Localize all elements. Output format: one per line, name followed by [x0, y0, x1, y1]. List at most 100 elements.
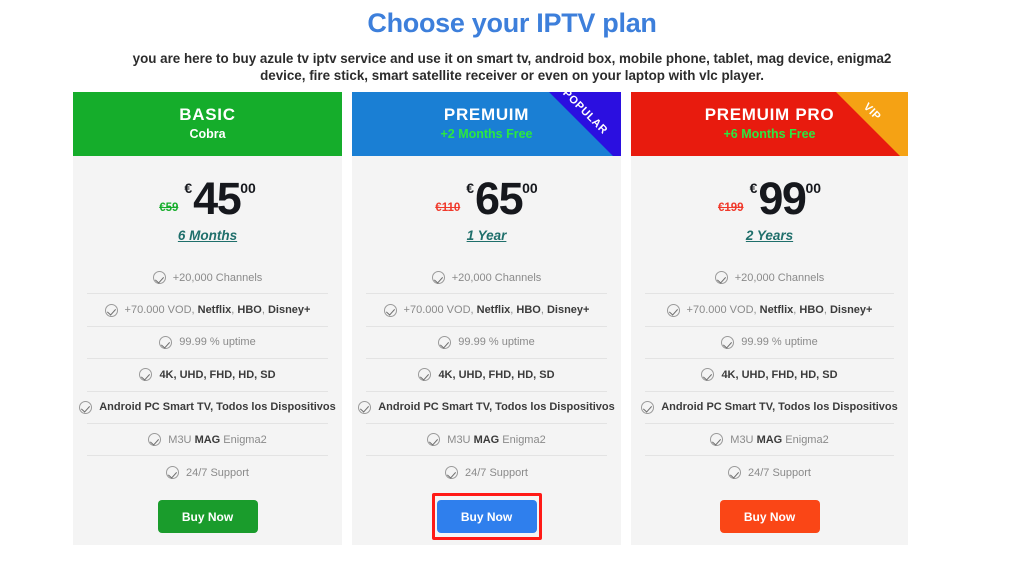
feature-row: +20,000 Channels [366, 262, 607, 295]
plan-subtitle: +6 Months Free [723, 127, 816, 141]
feature-row: +20,000 Channels [645, 262, 894, 295]
price-amount: 99 [758, 173, 807, 224]
check-circle-icon [148, 433, 162, 447]
buy-button-area: Buy Now [352, 489, 621, 545]
feature-text: Android PC Smart TV, Todos los Dispositi… [661, 401, 898, 414]
check-circle-icon [104, 303, 118, 317]
check-circle-icon [159, 335, 173, 349]
buy-button-area: Buy Now [73, 489, 342, 545]
feature-row: +70.000 VOD, Netflix, HBO, Disney+ [645, 294, 894, 327]
plan-name: PREMUIM [443, 105, 530, 124]
feature-row: 99.99 % uptime [645, 327, 894, 360]
feature-text: 99.99 % uptime [741, 336, 818, 349]
currency-symbol: € [466, 180, 475, 196]
plan-name: BASIC [179, 105, 236, 124]
check-circle-icon [728, 466, 741, 480]
currency-symbol: € [184, 180, 193, 196]
feature-text: +70.000 VOD, Netflix, HBO, Disney+ [124, 304, 311, 317]
feature-text: +20,000 Channels [451, 271, 542, 284]
feature-row: Android PC Smart TV, Todos los Dispositi… [79, 392, 336, 424]
feature-row: Android PC Smart TV, Todos los Dispositi… [358, 392, 615, 424]
billing-period-link[interactable]: 1 Year [352, 228, 621, 243]
check-circle-icon [701, 368, 715, 382]
feature-text: 24/7 Support [186, 466, 249, 479]
check-circle-icon [166, 466, 179, 480]
feature-row: 4K, UHD, FHD, HD, SD [645, 359, 894, 392]
feature-row: 99.99 % uptime [366, 327, 607, 360]
card-header: PREMUIM PRO +6 Months Free VIP [631, 92, 908, 156]
feature-list: +20,000 Channels +70.000 VOD, Netflix, HB… [73, 262, 342, 489]
price-block: €110 €65 00 1 Year [352, 172, 621, 258]
pricing-card-premuim-pro: PREMUIM PRO +6 Months Free VIP €199 €99 00 2 Y… [631, 92, 908, 545]
old-price: €59 [159, 202, 179, 214]
price-row: €59 €45 00 [73, 173, 342, 224]
buy-now-button[interactable]: Buy Now [157, 500, 258, 534]
feature-row: 24/7 Support [87, 456, 328, 488]
price-row: €199 €99 00 [631, 173, 908, 224]
feature-text: M3U MAG Enigma2 [447, 433, 546, 446]
feature-row: +70.000 VOD, Netflix, HBO, Disney+ [87, 294, 328, 327]
billing-period-link[interactable]: 6 Months [73, 228, 342, 243]
feature-row: +70.000 VOD, Netflix, HBO, Disney+ [366, 294, 607, 327]
feature-text: M3U MAG Enigma2 [730, 433, 829, 446]
feature-row: 4K, UHD, FHD, HD, SD [87, 359, 328, 392]
pricing-cards-container: BASIC Cobra €59 €45 00 6 Months +20,000 Channe… [73, 92, 951, 545]
check-circle-icon [721, 335, 735, 349]
check-circle-icon [383, 303, 397, 317]
price-cents: 00 [805, 180, 822, 196]
corner-ribbon [836, 92, 908, 156]
feature-row: 4K, UHD, FHD, HD, SD [366, 359, 607, 392]
pricing-card-premuim: PREMUIM +2 Months Free POPULAR €110 €65 00 1 Y… [352, 92, 621, 545]
feature-row: 99.99 % uptime [87, 327, 328, 360]
feature-text: Android PC Smart TV, Todos los Dispositi… [378, 401, 615, 414]
feature-row: M3U MAG Enigma2 [87, 424, 328, 457]
check-circle-icon [152, 271, 166, 285]
corner-ribbon [549, 92, 621, 156]
feature-text: 24/7 Support [465, 466, 528, 479]
check-circle-icon [418, 368, 432, 382]
check-circle-icon [139, 368, 153, 382]
old-price: €110 [435, 202, 461, 214]
plan-name: PREMUIM PRO [704, 105, 835, 124]
page-subtitle: you are here to buy azule tv iptv servic… [132, 51, 892, 83]
buy-button-area: Buy Now [631, 489, 908, 545]
feature-text: 4K, UHD, FHD, HD, SD [159, 368, 276, 381]
page-title: Choose your IPTV plan [367, 8, 657, 38]
feature-row: Android PC Smart TV, Todos los Dispositi… [641, 392, 898, 424]
feature-text: +20,000 Channels [172, 271, 263, 284]
currency-symbol: € [749, 180, 758, 196]
buy-now-button[interactable]: Buy Now [436, 500, 537, 534]
feature-list: +20,000 Channels +70.000 VOD, Netflix, HB… [631, 262, 908, 489]
feature-text: 4K, UHD, FHD, HD, SD [438, 368, 555, 381]
feature-text: Android PC Smart TV, Todos los Dispositi… [99, 401, 336, 414]
check-circle-icon [445, 466, 458, 480]
card-header: BASIC Cobra [73, 92, 342, 156]
billing-period-link[interactable]: 2 Years [631, 228, 908, 243]
plan-subtitle: +2 Months Free [440, 127, 533, 141]
pricing-page: Choose your IPTV plan you are here to bu… [0, 0, 1024, 574]
price-block: €199 €99 00 2 Years [631, 172, 908, 258]
feature-row: 24/7 Support [645, 456, 894, 488]
pricing-card-basic: BASIC Cobra €59 €45 00 6 Months +20,000 Channe… [73, 92, 342, 545]
feature-row: M3U MAG Enigma2 [366, 424, 607, 457]
check-circle-icon [358, 400, 372, 414]
feature-text: 4K, UHD, FHD, HD, SD [721, 368, 838, 381]
feature-row: +20,000 Channels [87, 262, 328, 295]
feature-list: +20,000 Channels +70.000 VOD, Netflix, HB… [352, 262, 621, 489]
check-circle-icon [427, 433, 441, 447]
feature-row: M3U MAG Enigma2 [645, 424, 894, 457]
check-circle-icon [641, 400, 655, 414]
plan-subtitle: Cobra [189, 127, 226, 141]
check-circle-icon [79, 400, 93, 414]
feature-text: 99.99 % uptime [179, 336, 256, 349]
price-amount: 45 [193, 173, 242, 224]
price-block: €59 €45 00 6 Months [73, 172, 342, 258]
feature-text: 99.99 % uptime [458, 336, 535, 349]
feature-row: 24/7 Support [366, 456, 607, 488]
old-price: €199 [717, 202, 744, 214]
feature-text: 24/7 Support [748, 466, 811, 479]
price-cents: 00 [240, 180, 256, 196]
card-header: PREMUIM +2 Months Free POPULAR [352, 92, 621, 156]
buy-now-button[interactable]: Buy Now [719, 500, 820, 534]
price-row: €110 €65 00 [352, 176, 621, 221]
